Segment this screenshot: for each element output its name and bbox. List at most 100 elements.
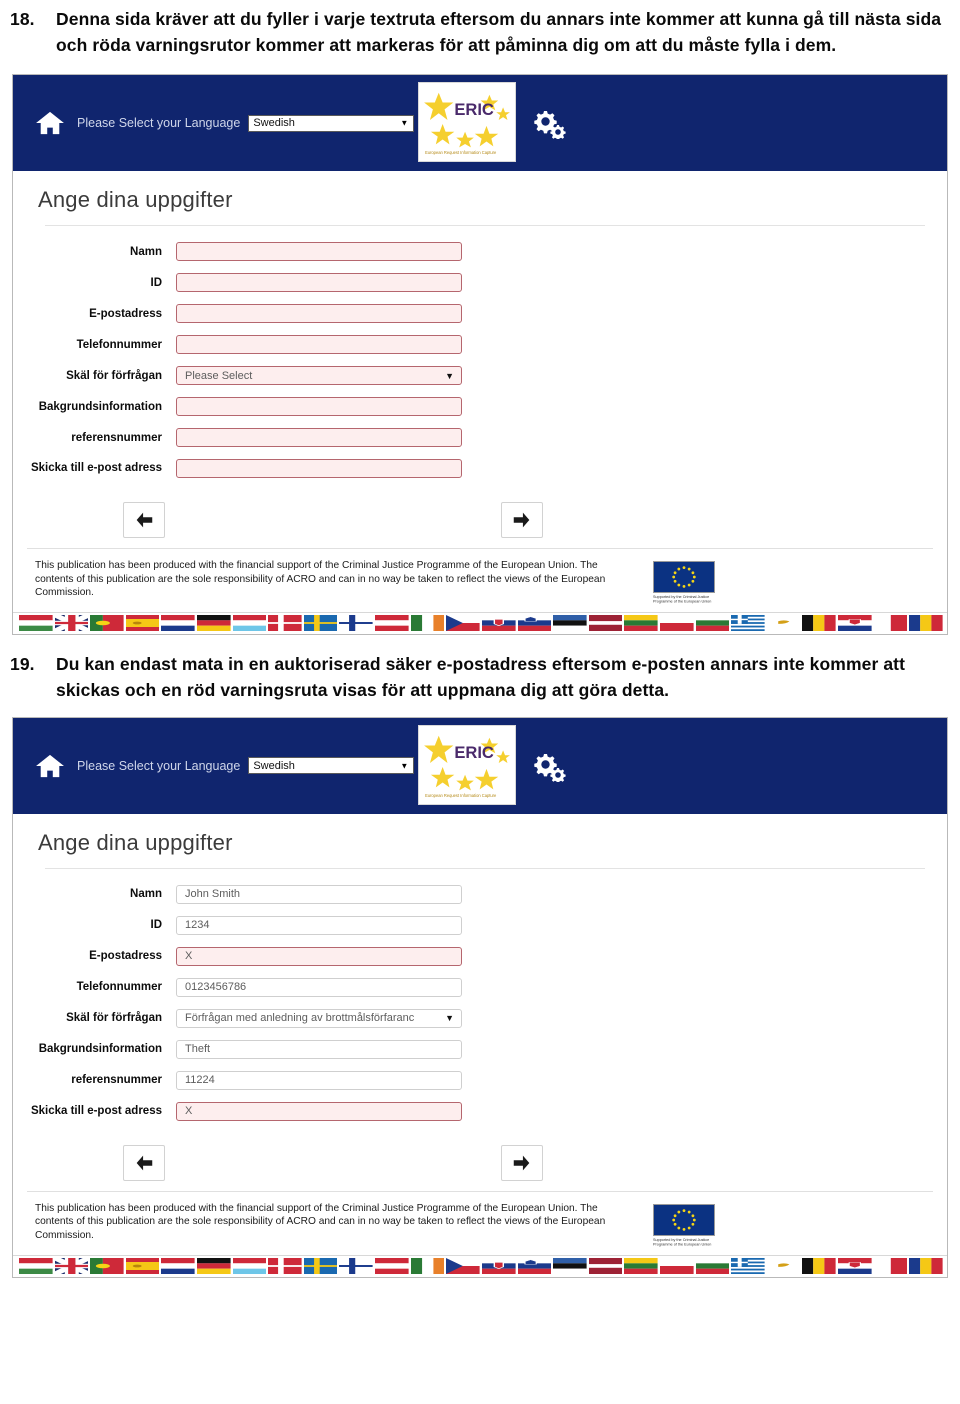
document-page: 18. Denna sida kräver att du fyller i va…	[0, 0, 960, 1404]
next-button[interactable]	[501, 1144, 543, 1181]
flag-slovenia	[517, 614, 552, 631]
namn-input[interactable]	[176, 242, 462, 261]
field-label: referensnummer	[71, 1074, 162, 1087]
next-button[interactable]	[501, 502, 543, 538]
form-body: Ange dina uppgifter Namn John Smith ID 1…	[13, 813, 947, 1277]
field-value: 1234	[185, 919, 210, 932]
id-input[interactable]: 1234	[176, 915, 462, 935]
field-value: X	[185, 950, 193, 963]
eric-logo: ERIC European Request Information Captur…	[418, 724, 516, 805]
skal-for-forfragan-select[interactable]: Förfrågan med anledning av brottmålsförf…	[176, 1008, 462, 1028]
flag-latvia	[588, 614, 623, 631]
gears-icon[interactable]	[531, 750, 567, 782]
flag-malta	[873, 614, 908, 631]
field-label: Bakgrundsinformation	[38, 1043, 162, 1056]
flag-spain	[125, 1257, 160, 1274]
flag-malta	[873, 1257, 908, 1274]
language-select[interactable]: Swedish ▼	[248, 114, 415, 132]
form-row-id: ID	[13, 273, 947, 292]
flag-greece	[731, 614, 765, 631]
telefonnummer-input[interactable]	[176, 335, 462, 354]
page-title: Ange dina uppgifter	[38, 187, 233, 212]
flag-luxembourg	[232, 1257, 267, 1274]
field-label: Telefonnummer	[76, 981, 162, 994]
disclaimer-text: This publication has been produced with …	[35, 560, 606, 598]
flag-czech-republic	[446, 1257, 480, 1274]
referensnummer-input[interactable]	[176, 428, 462, 447]
home-icon[interactable]	[35, 110, 65, 136]
country-flag-strip	[13, 1254, 947, 1277]
telefonnummer-input[interactable]: 0123456786	[176, 977, 462, 997]
app-header: Please Select your Language Swedish ▼ ER…	[13, 75, 947, 171]
field-label: Namn	[130, 888, 162, 901]
flag-lithuania	[624, 1257, 658, 1274]
field-value: Theft	[185, 1043, 211, 1056]
form-body: Ange dina uppgifter Namn ID E-postadress…	[13, 171, 947, 634]
skicka-till-epost-adress-input[interactable]	[176, 459, 462, 478]
back-arrow-icon	[133, 509, 155, 531]
screenshot-filled-form: Please Select your Language Swedish ▼ ER…	[12, 716, 948, 1278]
skal-for-forfragan-select[interactable]: Please Select ▼	[176, 366, 462, 385]
field-value: Förfrågan med anledning av brottmålsförf…	[185, 1012, 415, 1025]
flag-cyprus	[766, 614, 801, 631]
form-row-epostadress: E-postadress X	[13, 946, 947, 966]
flag-sweden	[303, 614, 338, 631]
flag-germany	[197, 614, 231, 631]
form-row-skal-for-forfragan: Skäl för förfrågan Please Select ▼	[13, 366, 947, 385]
field-value: John Smith	[185, 888, 241, 901]
epostadress-input[interactable]: X	[176, 946, 462, 966]
flag-greece	[731, 1257, 765, 1274]
gears-icon[interactable]	[531, 107, 567, 139]
form-row-namn: Namn	[13, 242, 947, 261]
field-value: X	[185, 1105, 193, 1118]
language-label: Please Select your Language	[77, 758, 241, 773]
form-navigation	[123, 1137, 543, 1191]
back-button[interactable]	[123, 1144, 165, 1181]
flag-bulgaria	[695, 1257, 730, 1274]
flag-finland	[339, 1257, 374, 1274]
field-label: ID	[150, 919, 163, 932]
field-label: Namn	[130, 245, 162, 258]
referensnummer-input[interactable]: 11224	[176, 1070, 462, 1090]
field-label: Skäl för förfrågan	[66, 1012, 162, 1025]
language-select[interactable]: Swedish ▼	[248, 757, 415, 775]
flag-croatia	[838, 614, 872, 631]
form-field-list: Namn ID E-postadress Telefonnummer Skäl …	[13, 226, 947, 494]
form-navigation	[123, 494, 543, 548]
back-arrow-icon	[133, 1152, 155, 1174]
page-title: Ange dina uppgifter	[38, 829, 233, 855]
flag-netherlands	[161, 1257, 196, 1274]
field-label: ID	[150, 276, 163, 289]
field-value: Please Select	[185, 369, 253, 382]
disclaimer-text: This publication has been produced with …	[35, 1202, 606, 1241]
eric-logo: ERIC European Request Information Captur…	[418, 82, 516, 162]
bakgrundsinformation-input[interactable]: Theft	[176, 1039, 462, 1059]
eu-emblem-caption: Supported by the Criminal Justice Progra…	[653, 595, 712, 605]
form-row-epostadress: E-postadress	[13, 304, 947, 323]
flag-spain	[125, 614, 160, 631]
skicka-till-epost-adress-input[interactable]: X	[176, 1101, 462, 1121]
eu-emblem: Supported by the Criminal Justice Progra…	[653, 1203, 715, 1247]
back-button[interactable]	[123, 502, 165, 538]
form-row-skicka-till-epost-adress: Skicka till e-post adress	[13, 459, 947, 478]
bakgrundsinformation-input[interactable]	[176, 397, 462, 416]
form-row-bakgrundsinformation: Bakgrundsinformation	[13, 397, 947, 416]
flag-czech-republic	[446, 614, 480, 631]
eu-flag-icon	[653, 1203, 715, 1236]
home-icon[interactable]	[35, 753, 65, 779]
flag-finland	[339, 614, 374, 631]
flag-united-kingdom	[54, 1257, 89, 1274]
screenshot-empty-form: Please Select your Language Swedish ▼ ER…	[12, 74, 948, 635]
flag-croatia	[838, 1257, 872, 1274]
id-input[interactable]	[176, 273, 462, 292]
form-row-id: ID 1234	[13, 915, 947, 935]
flag-luxembourg	[232, 614, 267, 631]
instruction-number: 19.	[10, 653, 35, 674]
epostadress-input[interactable]	[176, 304, 462, 323]
app-footer: This publication has been produced with …	[13, 1192, 947, 1255]
namn-input[interactable]: John Smith	[176, 884, 462, 904]
language-select-value: Swedish	[253, 759, 295, 772]
form-row-skal-for-forfragan: Skäl för förfrågan Förfrågan med anledni…	[13, 1008, 947, 1028]
flag-estonia	[553, 614, 587, 631]
flag-austria	[375, 1257, 409, 1274]
